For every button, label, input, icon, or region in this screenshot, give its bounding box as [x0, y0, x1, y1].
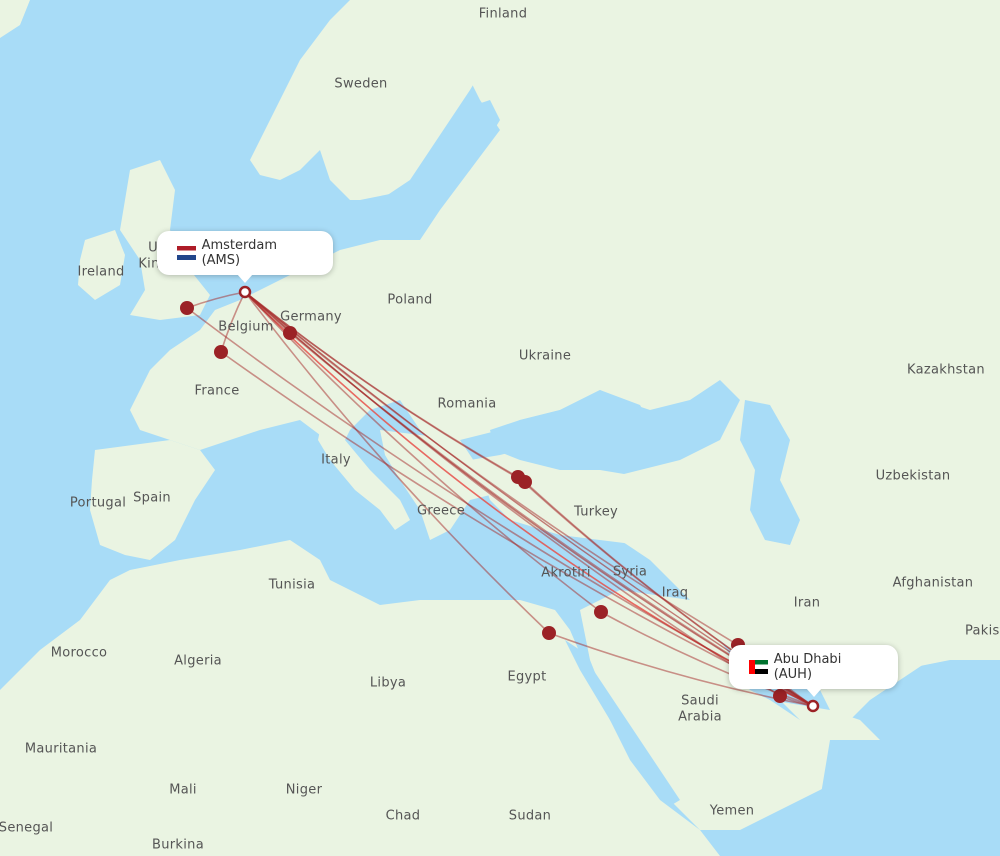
country-label-tunisia: Tunisia: [268, 577, 316, 593]
stopover-marker-cairo[interactable]: [542, 626, 556, 640]
country-label-iran: Iran: [793, 595, 821, 611]
country-label-afghanistan: Afghanistan: [892, 575, 974, 591]
stopover-marker-paris[interactable]: [214, 345, 228, 359]
country-label-poland: Poland: [387, 292, 433, 308]
country-label-belgium: Belgium: [218, 319, 274, 335]
country-label-algeria: Algeria: [174, 653, 222, 669]
destination-label: Abu Dhabi (AUH): [773, 652, 842, 682]
country-label-romania: Romania: [437, 396, 497, 412]
destination-callout[interactable]: Abu Dhabi (AUH): [729, 645, 898, 697]
country-label-akrotiri: Akrotiri: [541, 565, 591, 581]
destination-airport-marker[interactable]: [806, 699, 820, 713]
netherlands-flag-icon: [177, 246, 196, 260]
country-label-syria: Syria: [612, 564, 648, 580]
country-label-libya: Libya: [369, 675, 407, 691]
country-label-spain: Spain: [133, 490, 171, 506]
land-layer: [0, 0, 1000, 856]
country-label-saudi: Saudi: [681, 693, 719, 709]
country-label-mali: Mali: [169, 782, 197, 798]
country-label-chad: Chad: [385, 808, 421, 824]
country-label-italy: Italy: [321, 452, 351, 468]
country-label-niger: Niger: [285, 782, 323, 798]
stopover-marker-frankfurt[interactable]: [283, 326, 297, 340]
land-iceland: [0, 0, 30, 38]
country-label-france: France: [194, 383, 240, 399]
map-canvas[interactable]: [0, 0, 1000, 856]
country-label-mauritania: Mauritania: [24, 741, 98, 757]
country-label-burkina: Burkina: [152, 837, 204, 853]
stopover-marker-istanbul-sabiha[interactable]: [518, 475, 532, 489]
stopover-marker-amman[interactable]: [594, 605, 608, 619]
country-label-senegal: Senegal: [0, 820, 54, 836]
uae-flag-icon: [749, 660, 768, 674]
country-label-pakist: Pakist: [964, 623, 1000, 639]
origin-airport-marker[interactable]: [238, 285, 252, 299]
country-label-finland: Finland: [478, 6, 528, 22]
country-label-ireland: Ireland: [77, 264, 125, 280]
country-label-kazakhstan: Kazakhstan: [907, 362, 985, 378]
country-label-uzbekistan: Uzbekistan: [875, 468, 951, 484]
stopover-marker-london[interactable]: [180, 301, 194, 315]
country-label-sudan: Sudan: [508, 808, 552, 824]
country-label-germany: Germany: [280, 309, 342, 325]
country-label-sweden: Sweden: [334, 76, 388, 92]
country-label-greece: Greece: [416, 503, 466, 519]
country-label-turkey: Turkey: [573, 504, 619, 520]
stopover-marker-bahrain[interactable]: [773, 689, 787, 703]
country-label-arabia: Arabia: [678, 709, 722, 725]
country-label-yemen: Yemen: [709, 803, 755, 819]
country-label-morocco: Morocco: [50, 645, 108, 661]
country-label-portugal: Portugal: [69, 495, 127, 511]
country-label-egypt: Egypt: [507, 669, 547, 685]
origin-callout[interactable]: Amsterdam (AMS): [157, 231, 333, 283]
country-label-iraq: Iraq: [661, 585, 689, 601]
country-label-ukraine: Ukraine: [518, 348, 572, 364]
origin-label: Amsterdam (AMS): [201, 238, 278, 268]
